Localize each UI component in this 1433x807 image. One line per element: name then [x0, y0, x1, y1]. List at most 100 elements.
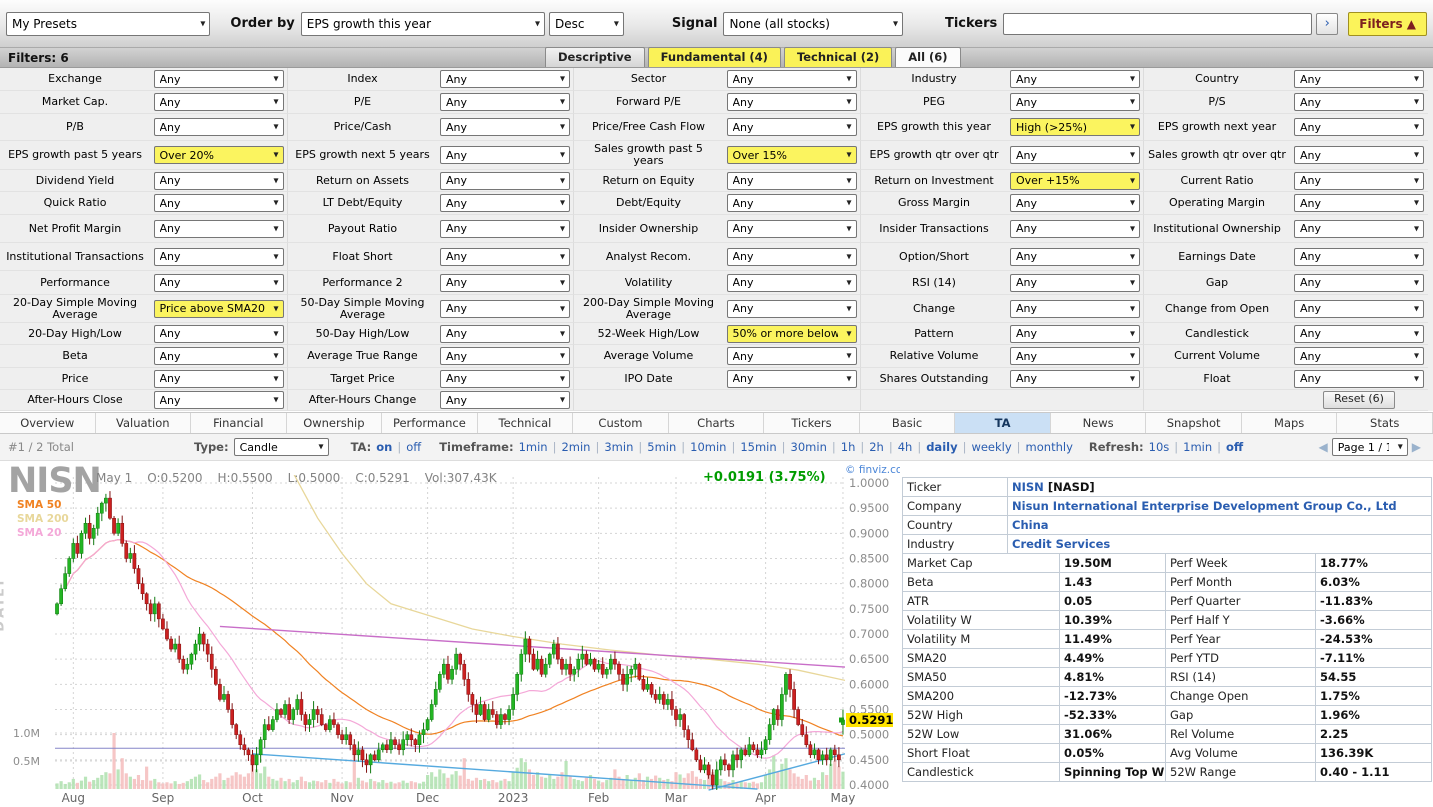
- filters-toggle-button[interactable]: Filters ▲: [1348, 12, 1427, 36]
- submit-tickers-button[interactable]: ›: [1316, 13, 1338, 35]
- filter-select-payout-ratio[interactable]: Any▾: [440, 220, 570, 238]
- filter-select-quick-ratio[interactable]: Any▾: [154, 194, 284, 212]
- filter-select-current-volume[interactable]: Any▾: [1294, 347, 1424, 365]
- quote-link-industry[interactable]: Credit Services: [1012, 537, 1110, 551]
- filter-select-exchange[interactable]: Any▾: [154, 70, 284, 88]
- filter-select-50-day-simple-moving-average[interactable]: Any▾: [440, 300, 570, 318]
- view-tab-valuation[interactable]: Valuation: [96, 413, 192, 433]
- timeframe-2h[interactable]: 2h: [869, 440, 884, 454]
- timeframe-monthly[interactable]: monthly: [1026, 440, 1073, 454]
- reset-filters-button[interactable]: Reset (6): [1323, 391, 1395, 409]
- filter-select-sales-growth-qtr-over-qtr[interactable]: Any▾: [1294, 146, 1424, 164]
- filter-select-52-week-high-low[interactable]: 50% or more below High▾: [727, 325, 857, 343]
- filter-select-insider-ownership[interactable]: Any▾: [727, 220, 857, 238]
- view-tab-stats[interactable]: Stats: [1337, 413, 1433, 433]
- timeframe-15min[interactable]: 15min: [740, 440, 776, 454]
- filter-select-option-short[interactable]: Any▾: [1010, 248, 1140, 266]
- refresh-10s[interactable]: 10s: [1149, 440, 1170, 454]
- timeframe-weekly[interactable]: weekly: [971, 440, 1011, 454]
- filter-select-eps-growth-next-5-years[interactable]: Any▾: [440, 146, 570, 164]
- signal-select[interactable]: None (all stocks) ▾: [723, 12, 903, 36]
- filter-select-20-day-simple-moving-average[interactable]: Price above SMA20▾: [154, 300, 284, 318]
- filter-select-market-cap[interactable]: Any▾: [154, 93, 284, 111]
- filter-select-dividend-yield[interactable]: Any▾: [154, 172, 284, 190]
- filter-select-after-hours-close[interactable]: Any▾: [154, 391, 284, 409]
- view-tab-maps[interactable]: Maps: [1242, 413, 1338, 433]
- filter-select-debt-equity[interactable]: Any▾: [727, 194, 857, 212]
- filter-select-ipo-date[interactable]: Any▾: [727, 370, 857, 388]
- filter-select-return-on-investment[interactable]: Over +15%▾: [1010, 172, 1140, 190]
- filter-select-volatility[interactable]: Any▾: [727, 274, 857, 292]
- filter-select-country[interactable]: Any▾: [1294, 70, 1424, 88]
- filter-select-change[interactable]: Any▾: [1010, 300, 1140, 318]
- timeframe-1min[interactable]: 1min: [519, 440, 548, 454]
- view-tab-technical[interactable]: Technical: [478, 413, 574, 433]
- timeframe-1h[interactable]: 1h: [841, 440, 856, 454]
- filter-select-float[interactable]: Any▾: [1294, 370, 1424, 388]
- next-page-arrow[interactable]: ▶: [1408, 440, 1425, 454]
- filter-select-beta[interactable]: Any▾: [154, 347, 284, 365]
- ta-off[interactable]: off: [406, 440, 421, 454]
- filter-select-institutional-ownership[interactable]: Any▾: [1294, 220, 1424, 238]
- filter-select-rsi-14[interactable]: Any▾: [1010, 274, 1140, 292]
- timeframe-3min[interactable]: 3min: [604, 440, 633, 454]
- filter-select-float-short[interactable]: Any▾: [440, 248, 570, 266]
- view-tab-financial[interactable]: Financial: [191, 413, 287, 433]
- filter-select-return-on-assets[interactable]: Any▾: [440, 172, 570, 190]
- quote-link-company[interactable]: Nisun International Enterprise Developme…: [1012, 499, 1397, 513]
- filter-select-analyst-recom[interactable]: Any▾: [727, 248, 857, 266]
- view-tab-news[interactable]: News: [1051, 413, 1147, 433]
- filter-select-change-from-open[interactable]: Any▾: [1294, 300, 1424, 318]
- filter-select-after-hours-change[interactable]: Any▾: [440, 391, 570, 409]
- view-tab-custom[interactable]: Custom: [573, 413, 669, 433]
- timeframe-daily[interactable]: daily: [926, 440, 957, 454]
- filter-select-earnings-date[interactable]: Any▾: [1294, 248, 1424, 266]
- view-tab-performance[interactable]: Performance: [382, 413, 478, 433]
- tickers-input[interactable]: [1003, 13, 1312, 35]
- order-direction-select[interactable]: Desc ▾: [549, 12, 624, 36]
- filter-select-average-volume[interactable]: Any▾: [727, 347, 857, 365]
- refresh-1min[interactable]: 1min: [1183, 440, 1212, 454]
- view-tab-ta[interactable]: TA: [955, 413, 1051, 433]
- timeframe-5min[interactable]: 5min: [647, 440, 676, 454]
- filter-select-industry[interactable]: Any▾: [1010, 70, 1140, 88]
- filter-select-eps-growth-this-year[interactable]: High (>25%)▾: [1010, 118, 1140, 136]
- filter-select-gross-margin[interactable]: Any▾: [1010, 194, 1140, 212]
- view-tab-tickers[interactable]: Tickers: [764, 413, 860, 433]
- filter-tab-all-6[interactable]: All (6): [895, 47, 960, 67]
- filter-select-50-day-high-low[interactable]: Any▾: [440, 325, 570, 343]
- view-tab-snapshot[interactable]: Snapshot: [1146, 413, 1242, 433]
- quote-link-ticker[interactable]: NISN: [1012, 480, 1044, 494]
- filter-select-price-cash[interactable]: Any▾: [440, 118, 570, 136]
- filter-select-price[interactable]: Any▾: [154, 370, 284, 388]
- filter-select-peg[interactable]: Any▾: [1010, 93, 1140, 111]
- filter-select-eps-growth-past-5-years[interactable]: Over 20%▾: [154, 146, 284, 164]
- filter-select-p-e[interactable]: Any▾: [440, 93, 570, 111]
- filter-select-net-profit-margin[interactable]: Any▾: [154, 220, 284, 238]
- filter-select-eps-growth-next-year[interactable]: Any▾: [1294, 118, 1424, 136]
- filter-select-insider-transactions[interactable]: Any▾: [1010, 220, 1140, 238]
- filter-select-relative-volume[interactable]: Any▾: [1010, 347, 1140, 365]
- page-select[interactable]: Page 1 / 1 ▾: [1332, 438, 1408, 456]
- filter-select-forward-p-e[interactable]: Any▾: [727, 93, 857, 111]
- filter-select-p-b[interactable]: Any▾: [154, 118, 284, 136]
- ta-on[interactable]: on: [376, 440, 392, 454]
- view-tab-basic[interactable]: Basic: [860, 413, 956, 433]
- refresh-off[interactable]: off: [1226, 440, 1243, 454]
- order-by-select[interactable]: EPS growth this year ▾: [301, 12, 545, 36]
- filter-select-p-s[interactable]: Any▾: [1294, 93, 1424, 111]
- filter-select-index[interactable]: Any▾: [440, 70, 570, 88]
- filter-select-eps-growth-qtr-over-qtr[interactable]: Any▾: [1010, 146, 1140, 164]
- filter-select-operating-margin[interactable]: Any▾: [1294, 194, 1424, 212]
- filter-select-20-day-high-low[interactable]: Any▾: [154, 325, 284, 343]
- filter-select-shares-outstanding[interactable]: Any▾: [1010, 370, 1140, 388]
- view-tab-overview[interactable]: Overview: [0, 413, 96, 433]
- filter-tab-fundamental-4[interactable]: Fundamental (4): [648, 47, 781, 67]
- filter-select-average-true-range[interactable]: Any▾: [440, 347, 570, 365]
- filter-tab-technical-2[interactable]: Technical (2): [784, 47, 892, 67]
- filter-select-performance[interactable]: Any▾: [154, 274, 284, 292]
- filter-select-target-price[interactable]: Any▾: [440, 370, 570, 388]
- filter-select-performance-2[interactable]: Any▾: [440, 274, 570, 292]
- filter-select-sector[interactable]: Any▾: [727, 70, 857, 88]
- filter-select-gap[interactable]: Any▾: [1294, 274, 1424, 292]
